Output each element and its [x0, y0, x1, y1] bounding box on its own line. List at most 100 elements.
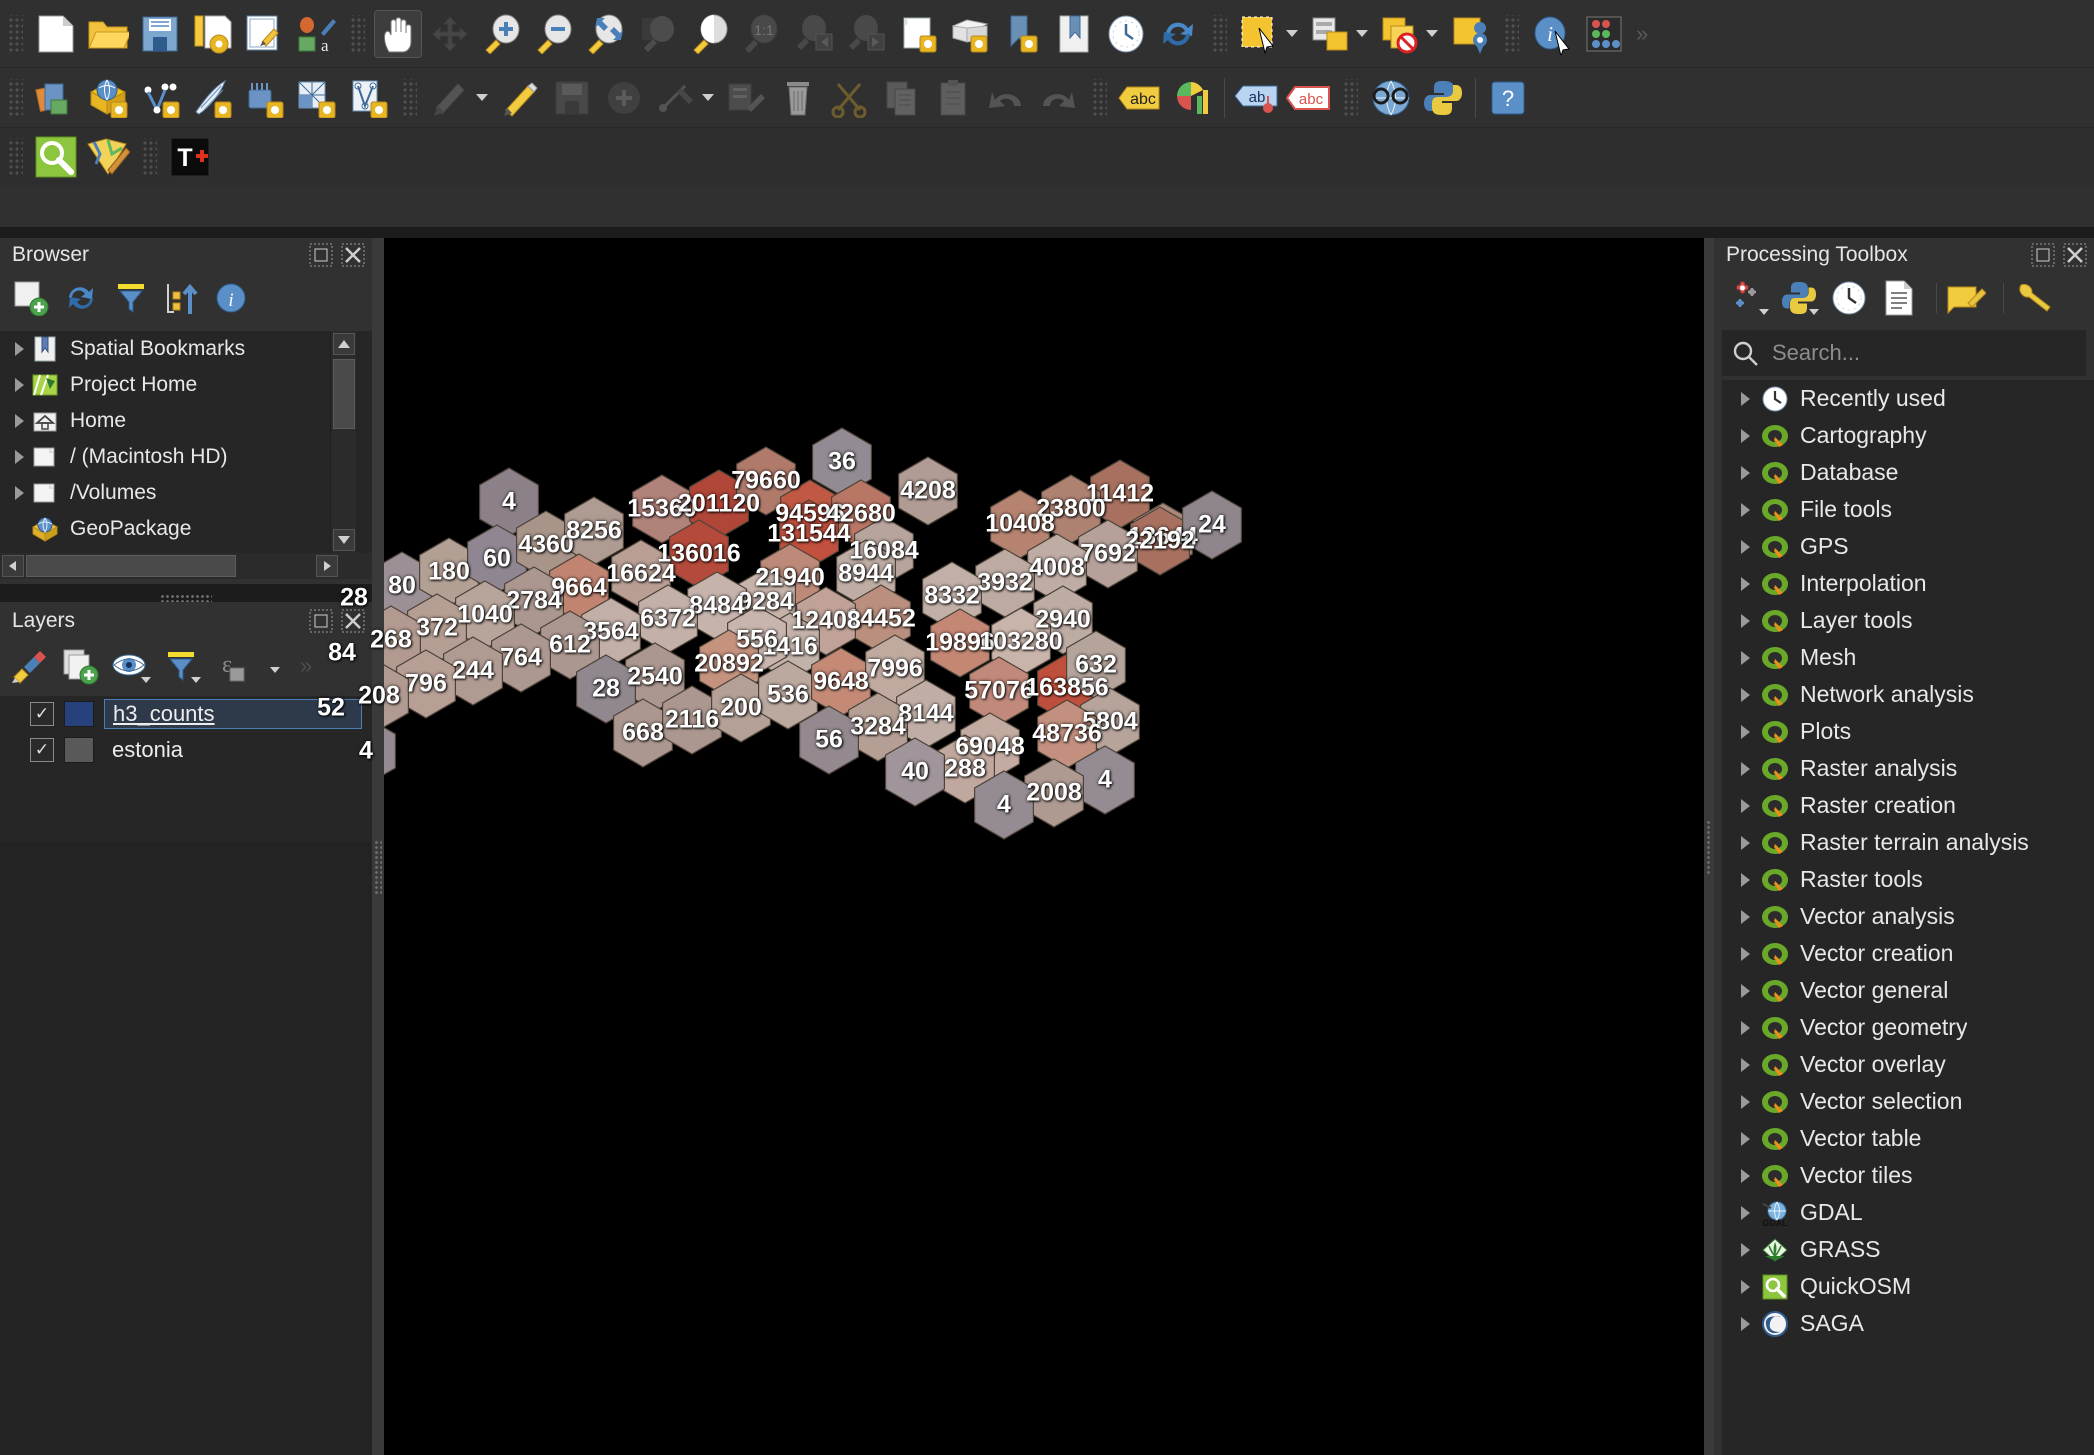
browser-item-spatial-bookmarks[interactable]: Spatial Bookmarks: [0, 331, 372, 367]
browser-item-volumes[interactable]: /Volumes: [0, 475, 372, 511]
redo-icon[interactable]: [1034, 74, 1082, 122]
layers-undock-icon[interactable]: [308, 608, 334, 634]
open-data-source-manager-icon[interactable]: [32, 74, 80, 122]
processing-group-layer-tools[interactable]: Layer tools: [1722, 602, 2094, 639]
browser-item-project-home[interactable]: Project Home: [0, 367, 372, 403]
hexagon-cell[interactable]: [974, 548, 1036, 618]
toolbar-grip[interactable]: [1091, 78, 1107, 117]
current-edits-icon[interactable]: [426, 74, 474, 122]
processing-group-raster-analysis[interactable]: Raster analysis: [1722, 750, 2094, 787]
layer-visibility-checkbox[interactable]: ✓: [30, 738, 54, 762]
select-by-value-icon[interactable]: [1306, 10, 1354, 58]
statistical-summary-icon[interactable]: [1580, 10, 1628, 58]
zoom-full-icon[interactable]: [582, 10, 630, 58]
toolbar-grip[interactable]: [7, 138, 23, 176]
expand-arrow-icon[interactable]: [1730, 1279, 1760, 1294]
browser-item-geopackage[interactable]: GeoPackage: [0, 511, 372, 547]
processing-group-gps[interactable]: GPS: [1722, 528, 2094, 565]
show-bookmarks-icon[interactable]: [1050, 10, 1098, 58]
scroll-right-button[interactable]: [316, 555, 338, 577]
cut-features-icon[interactable]: [826, 74, 874, 122]
delete-selected-icon[interactable]: [774, 74, 822, 122]
processing-group-vector-geometry[interactable]: Vector geometry: [1722, 1009, 2094, 1046]
layers-overflow-icon[interactable]: »: [300, 653, 312, 679]
expand-arrow-icon[interactable]: [1730, 502, 1760, 517]
save-project-icon[interactable]: [136, 10, 184, 58]
chevron-down-icon[interactable]: [702, 94, 714, 101]
panel-splitter-horizontal[interactable]: [160, 594, 212, 602]
add-feature-icon[interactable]: [600, 74, 648, 122]
highlight-labels-icon[interactable]: abc: [1285, 74, 1333, 122]
search-input[interactable]: [1770, 339, 2076, 367]
results-viewer-button[interactable]: [1878, 277, 1920, 319]
toolbar-grip[interactable]: [349, 14, 365, 53]
expand-arrow-icon[interactable]: [1730, 613, 1760, 628]
identify-features-icon[interactable]: i: [1528, 10, 1576, 58]
expand-arrow-icon[interactable]: [8, 450, 30, 464]
expand-arrow-icon[interactable]: [1730, 650, 1760, 665]
add-group-button[interactable]: [60, 645, 102, 687]
copy-features-icon[interactable]: [878, 74, 926, 122]
collapse-all-button[interactable]: [160, 277, 202, 319]
expand-arrow-icon[interactable]: [1730, 465, 1760, 480]
expand-arrow-icon[interactable]: [1730, 1242, 1760, 1257]
show-labels-icon[interactable]: abc: [1116, 74, 1164, 122]
expand-arrow-icon[interactable]: [1730, 1205, 1760, 1220]
refresh-icon[interactable]: [1154, 10, 1202, 58]
expand-arrow-icon[interactable]: [8, 342, 30, 356]
expression-filter-button[interactable]: ε: [210, 645, 252, 687]
browser-close-icon[interactable]: [340, 242, 366, 268]
add-vector-layer-icon[interactable]: [84, 74, 132, 122]
toolbar-grip[interactable]: [1211, 14, 1227, 53]
chevron-down-icon[interactable]: [476, 94, 488, 101]
layers-tree[interactable]: ✓ h3_counts ✓ estonia: [0, 696, 372, 842]
toolbar-grip[interactable]: [401, 78, 417, 117]
expand-arrow-icon[interactable]: [1730, 835, 1760, 850]
expand-arrow-icon[interactable]: [1730, 1094, 1760, 1109]
layer-row-h3_counts[interactable]: ✓ h3_counts: [0, 696, 372, 732]
new-project-icon[interactable]: [32, 10, 80, 58]
expand-arrow-icon[interactable]: [1730, 1316, 1760, 1331]
processing-group-vector-table[interactable]: Vector table: [1722, 1120, 2094, 1157]
new-map-view-icon[interactable]: [894, 10, 942, 58]
scroll-down-button[interactable]: [333, 529, 355, 551]
expand-arrow-icon[interactable]: [1730, 1020, 1760, 1035]
zoom-to-layer-icon[interactable]: [686, 10, 734, 58]
layer-name-label[interactable]: estonia: [104, 736, 191, 764]
layer-name-label[interactable]: h3_counts: [104, 699, 362, 729]
filter-browser-button[interactable]: [110, 277, 152, 319]
chevron-down-icon[interactable]: [270, 667, 280, 673]
add-mesh-layer-icon[interactable]: [292, 74, 340, 122]
expand-arrow-icon[interactable]: [1730, 1057, 1760, 1072]
scroll-left-button[interactable]: [2, 555, 24, 577]
toolbar-grip[interactable]: [141, 138, 157, 176]
toggle-editing-icon[interactable]: [496, 74, 544, 122]
toolbar-grip[interactable]: [1503, 14, 1519, 53]
browser-horizontal-scrollbar[interactable]: [0, 553, 372, 579]
add-layer-button[interactable]: [10, 277, 52, 319]
processing-group-network-analysis[interactable]: Network analysis: [1722, 676, 2094, 713]
temporal-controller-icon[interactable]: [1102, 10, 1150, 58]
expand-arrow-icon[interactable]: [1730, 687, 1760, 702]
processing-group-interpolation[interactable]: Interpolation: [1722, 565, 2094, 602]
expand-arrow-icon[interactable]: [1730, 946, 1760, 961]
scripts-button[interactable]: [1778, 277, 1820, 319]
expand-arrow-icon[interactable]: [1730, 428, 1760, 443]
scroll-up-button[interactable]: [333, 333, 355, 355]
save-layer-edits-icon[interactable]: [548, 74, 596, 122]
chevron-down-icon[interactable]: [191, 677, 201, 683]
new-spatial-bookmark-icon[interactable]: [998, 10, 1046, 58]
processing-group-saga[interactable]: SAGA: [1722, 1305, 2094, 1342]
expand-arrow-icon[interactable]: [1730, 909, 1760, 924]
manage-map-themes-button[interactable]: [110, 645, 152, 687]
processing-group-vector-tiles[interactable]: Vector tiles: [1722, 1157, 2094, 1194]
processing-close-icon[interactable]: [2062, 242, 2088, 268]
expand-arrow-icon[interactable]: [1730, 872, 1760, 887]
browser-undock-icon[interactable]: [308, 242, 334, 268]
refresh-button[interactable]: [60, 277, 102, 319]
browser-tree[interactable]: Spatial Bookmarks Project Home Home / (Maci…: [0, 331, 372, 553]
zoom-last-icon[interactable]: [790, 10, 838, 58]
show-diagrams-icon[interactable]: [1168, 74, 1216, 122]
layers-close-icon[interactable]: [340, 608, 366, 634]
processing-group-grass[interactable]: GRASS: [1722, 1231, 2094, 1268]
